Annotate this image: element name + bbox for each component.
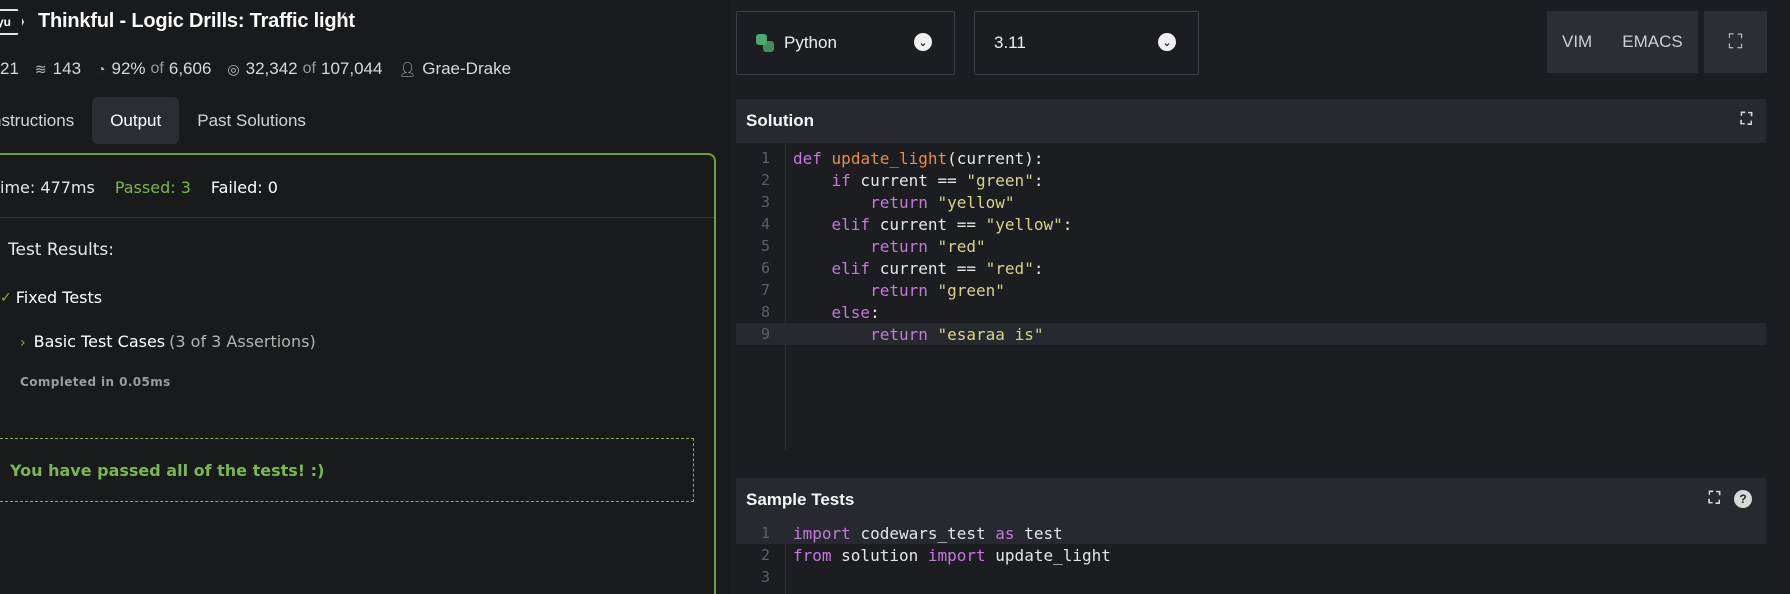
emacs-button[interactable]: EMACS <box>1607 32 1697 52</box>
chevron-down-icon: ⌄ <box>1158 33 1176 51</box>
code-line: 6 elif current == "red": <box>760 258 1044 278</box>
python-icon <box>756 34 774 52</box>
tab-bar: nstructions Output Past Solutions <box>0 97 324 144</box>
code-line: 3 return "yellow" <box>760 192 1015 212</box>
code-line: 4 elif current == "yellow": <box>760 214 1073 234</box>
help-icon[interactable]: ? <box>1734 490 1752 508</box>
kata-stats: 21 ≋ 143 ◔ 92% of 6,606 ◎ 32,342 of 107,044 👤︎ G… <box>0 58 527 80</box>
code-line: 8 else: <box>760 302 880 322</box>
code-line: 5 return "red" <box>760 236 986 256</box>
run-time: ime: 477ms <box>0 177 95 197</box>
vim-button[interactable]: VIM <box>1547 32 1607 52</box>
code-line-current: 9 return "esaraa is" <box>736 323 1766 345</box>
tab-instructions[interactable]: nstructions <box>0 97 92 144</box>
test-results-heading: Test Results: <box>8 240 114 260</box>
code-line: 2 if current == "green": <box>760 170 1044 190</box>
code-line: 2 from solution import update_light <box>760 545 1111 565</box>
fixed-tests-label: Fixed Tests <box>15 288 103 307</box>
success-message-box: You have passed all of the tests! :) <box>0 438 694 502</box>
passed-count: Passed: 3 <box>114 177 191 197</box>
language-value: Python <box>784 33 837 52</box>
tab-past-solutions[interactable]: Past Solutions <box>179 97 324 144</box>
check-icon: ✓ <box>0 289 12 306</box>
user-icon: 👤︎ <box>398 60 417 77</box>
stat-unknown: 21 <box>0 59 19 78</box>
stat-satisfaction: ◔ 92% of 6,606 <box>97 59 212 78</box>
completed-time: Completed in 0.05ms <box>20 375 171 389</box>
basic-test-cases-label: Basic Test Cases <box>33 332 166 351</box>
kata-title: Thinkful - Logic Drills: Traffic light <box>38 10 355 32</box>
stat-collections[interactable]: ≋ 143 <box>35 59 81 79</box>
editor-mode-group: VIM EMACS <box>1547 11 1698 73</box>
fullscreen-icon[interactable]: ⛶ <box>1741 111 1752 129</box>
layers-icon: ≋ <box>34 60 47 77</box>
assertions-count: (3 of 3 Assertions) <box>169 332 316 351</box>
code-line: 1 def update_light(current): <box>760 148 1044 168</box>
output-panel <box>0 153 716 594</box>
code-line-current: 1 import codewars_test as test <box>736 522 1766 544</box>
fullscreen-icon[interactable]: ⛶ <box>1709 490 1720 508</box>
solution-title: Solution <box>746 111 814 130</box>
fullscreen-icon: ⛶ <box>1728 30 1743 53</box>
code-line: 3 <box>760 568 770 586</box>
divider <box>0 217 714 218</box>
failed-count: Failed: 0 <box>210 177 278 197</box>
version-value: 3.11 <box>994 33 1026 52</box>
eye-icon: ◔ <box>97 61 106 77</box>
basic-test-cases[interactable]: › Basic Test Cases (3 of 3 Assertions) <box>20 332 316 351</box>
stat-author[interactable]: 👤︎ Grae-Drake <box>398 59 511 79</box>
tab-output[interactable]: Output <box>92 97 180 144</box>
fullscreen-button[interactable]: ⛶ <box>1704 11 1767 73</box>
target-icon: ◎ <box>227 60 240 77</box>
solution-header: Solution ⛶ <box>736 99 1766 143</box>
rank-label: yu <box>0 15 12 29</box>
solution-editor[interactable]: 1 def update_light(current): 2 if current… <box>736 143 1766 450</box>
result-summary: ime: 477ms Passed: 3 Failed: 0 <box>0 176 298 198</box>
check-icon: ✓ <box>336 9 349 26</box>
version-select[interactable]: 3.11 ⌄ <box>974 11 1199 75</box>
sample-tests-header: Sample Tests ⛶ ? <box>736 478 1766 522</box>
success-message: You have passed all of the tests! :) <box>10 460 325 480</box>
chevron-right-icon: › <box>20 335 26 351</box>
stat-completed: ◎ 32,342 of 107,044 <box>227 59 383 78</box>
sample-tests-title: Sample Tests <box>746 490 855 509</box>
sample-tests-editor[interactable]: 1 import codewars_test as test 2 from solu… <box>736 522 1766 594</box>
fixed-tests-group[interactable]: ✓ Fixed Tests <box>0 288 102 307</box>
chevron-down-icon: ⌄ <box>914 33 932 51</box>
language-select[interactable]: Python ⌄ <box>736 11 955 75</box>
code-line: 7 return "green" <box>760 280 1005 300</box>
